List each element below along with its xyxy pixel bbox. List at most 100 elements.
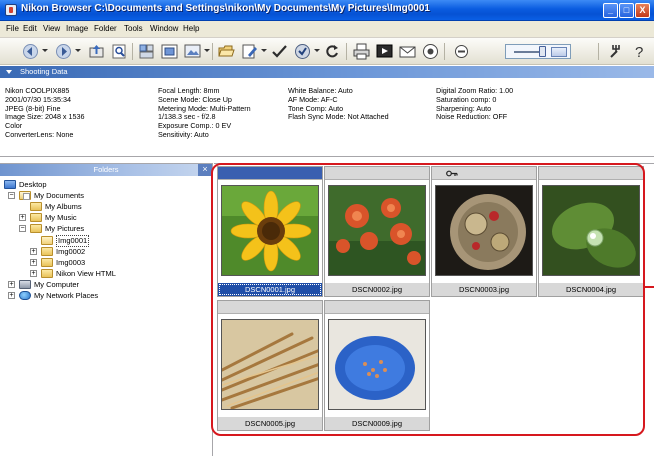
water-drop-leaf-photo (543, 186, 639, 275)
help-icon[interactable]: ? (631, 42, 650, 61)
back-icon[interactable] (21, 42, 40, 61)
shooting-data-column-2: Focal Length: 8mm Scene Mode: Close Up M… (158, 86, 251, 140)
app-icon[interactable] (5, 4, 17, 16)
computer-icon (19, 280, 31, 289)
thumbnail-size-slider[interactable] (505, 44, 571, 59)
collapse-toggle[interactable]: − (8, 192, 15, 199)
thumbnail-image[interactable] (328, 185, 426, 276)
menu-folder[interactable]: Folder (94, 24, 117, 33)
svg-text:?: ? (635, 44, 643, 61)
lilies-photo (329, 186, 425, 275)
thumbnail-item[interactable]: DSCN0001.jpg (217, 166, 323, 297)
documents-icon (19, 191, 31, 200)
transfer-icon[interactable] (293, 42, 312, 61)
browse-icon[interactable] (137, 42, 156, 61)
folder-icon (30, 202, 42, 211)
thumbnail-image[interactable] (221, 185, 319, 276)
menu-bar: File Edit View Image Folder Tools Window… (0, 21, 654, 38)
thumbnail-filename[interactable]: DSCN0005.jpg (218, 417, 322, 430)
menu-image[interactable]: Image (66, 24, 88, 33)
thumbnail-item[interactable]: DSCN0009.jpg (324, 300, 430, 431)
expand-toggle[interactable]: + (30, 259, 37, 266)
annotation-callout-line (645, 286, 654, 288)
thumbnail-image[interactable] (221, 319, 319, 410)
flash-sync-mode: Flash Sync Mode: Not Attached (288, 112, 389, 122)
expand-toggle[interactable]: + (8, 292, 15, 299)
watch-movement-photo (436, 186, 532, 275)
thumbnail-item[interactable]: DSCN0005.jpg (217, 300, 323, 431)
expand-toggle[interactable]: + (30, 248, 37, 255)
maximize-button[interactable]: □ (619, 3, 634, 18)
converter-lens: ConverterLens: None (5, 129, 74, 139)
thumbnail-filename[interactable]: DSCN0001.jpg (218, 283, 322, 296)
edit-icon[interactable] (240, 42, 259, 61)
info-icon[interactable] (421, 42, 440, 61)
network-icon (19, 291, 31, 300)
close-button[interactable]: X (635, 3, 650, 18)
settings-icon[interactable] (607, 42, 626, 61)
window-title: Nikon Browser C:\Documents and Settings\… (21, 3, 430, 14)
tree-label: Desktop (19, 180, 47, 189)
print-icon[interactable] (352, 42, 371, 61)
tree-label: Img0001 (56, 235, 90, 247)
thumbnail-item[interactable]: DSCN0003.jpg (431, 166, 537, 297)
minimize-button[interactable]: _ (603, 3, 618, 18)
view-mode-icon[interactable] (160, 42, 179, 61)
wheat-photo (222, 320, 318, 409)
shooting-data-header[interactable]: Shooting Data (0, 66, 654, 78)
expand-toggle[interactable]: + (8, 281, 15, 288)
tree-label: My Computer (34, 280, 80, 289)
shooting-data-panel: Nikon COOLPIX885 2001/07/30 15:35:34 JPE… (0, 78, 654, 157)
sunflower-photo (222, 186, 318, 275)
search-icon[interactable] (110, 42, 129, 61)
slideshow-icon[interactable] (183, 42, 202, 61)
tree-label: My Albums (45, 202, 82, 211)
menu-help[interactable]: Help (183, 24, 199, 33)
thumbnail-status-bar (539, 167, 643, 180)
thumbnail-filename[interactable]: DSCN0003.jpg (432, 283, 536, 296)
up-folder-icon[interactable] (87, 42, 106, 61)
menu-edit[interactable]: Edit (23, 24, 37, 33)
menu-window[interactable]: Window (150, 24, 178, 33)
email-icon[interactable] (398, 42, 417, 61)
thumbnail-item[interactable]: DSCN0002.jpg (324, 166, 430, 297)
folder-open-icon (41, 236, 53, 245)
tree-label: My Documents (34, 191, 85, 200)
shooting-data-column-4: Digital Zoom Ratio: 1.00 Saturation comp… (436, 86, 513, 122)
expand-toggle[interactable]: + (19, 214, 26, 221)
thumbnail-image[interactable] (435, 185, 533, 276)
open-folder-icon[interactable] (217, 42, 236, 61)
menu-view[interactable]: View (43, 24, 60, 33)
close-folders-button[interactable]: × (198, 164, 212, 176)
thumbnail-status-bar (432, 167, 536, 180)
forward-icon[interactable] (54, 42, 73, 61)
collapse-toggle[interactable]: − (19, 225, 26, 232)
shooting-data-column-3: White Balance: Auto AF Mode: AF-C Tone C… (288, 86, 389, 122)
menu-file[interactable]: File (6, 24, 19, 33)
slider-track (514, 51, 540, 53)
rotate-icon[interactable] (323, 42, 342, 61)
check-icon[interactable] (270, 42, 289, 61)
thumbnail-filename[interactable]: DSCN0002.jpg (325, 283, 429, 296)
presentation-icon[interactable] (375, 42, 394, 61)
thumbnail-image[interactable] (542, 185, 640, 276)
folder-icon (30, 213, 42, 222)
thumbnail-filename[interactable]: DSCN0004.jpg (539, 283, 643, 296)
title-bar[interactable]: Nikon Browser C:\Documents and Settings\… (0, 0, 654, 21)
slider-thumb[interactable] (539, 46, 546, 57)
thumbnail-status-bar (325, 167, 429, 180)
thumbnail-filename[interactable]: DSCN0009.jpg (325, 417, 429, 430)
thumbnail-item[interactable]: DSCN0004.jpg (538, 166, 644, 297)
menu-tools[interactable]: Tools (124, 24, 143, 33)
noise-reduction: Noise Reduction: OFF (436, 112, 508, 122)
folders-header: Folders (0, 164, 212, 176)
zoom-out-icon[interactable] (452, 42, 471, 61)
sensitivity: Sensitivity: Auto (158, 129, 209, 139)
thumbnail-image[interactable] (328, 319, 426, 410)
collapse-arrow-icon[interactable] (6, 70, 12, 74)
thumbnail-status-bar (218, 301, 322, 314)
shooting-data-column-1: Nikon COOLPIX885 2001/07/30 15:35:34 JPE… (5, 86, 85, 140)
grid-icon[interactable] (551, 47, 567, 57)
thumbnail-status-bar (325, 301, 429, 314)
expand-toggle[interactable]: + (30, 270, 37, 277)
